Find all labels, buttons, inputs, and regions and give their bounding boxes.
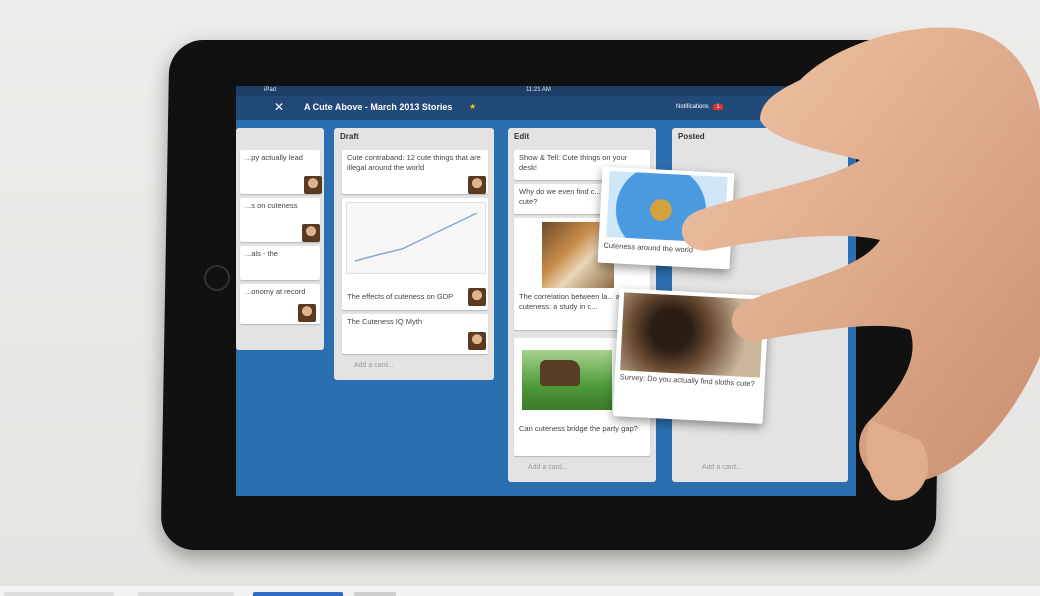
- chart-thumbnail: [346, 202, 486, 274]
- card-text: The effects of cuteness on GDP: [347, 292, 454, 301]
- card-text: Cute contraband: 12 cute things that are…: [347, 153, 481, 172]
- avatar: [468, 288, 486, 306]
- status-time: 11:21 AM: [526, 87, 551, 93]
- card-text: ...py actually lead: [245, 153, 303, 162]
- avatar: [304, 176, 322, 194]
- star-icon[interactable]: ★: [469, 102, 476, 111]
- list-left: ...py actually lead ...s on cuteness ...…: [236, 128, 324, 350]
- card-text: The Cuteness IQ Myth: [347, 317, 423, 326]
- photo-scene: iPad 11:21 AM ✕ A Cute Above - March 201…: [0, 0, 1040, 586]
- list-item[interactable]: ...als - the: [240, 246, 320, 280]
- list-title: Draft: [340, 132, 359, 141]
- control-tab[interactable]: [138, 592, 234, 596]
- list-item[interactable]: Cute contraband: 12 cute things that are…: [342, 150, 488, 194]
- list-item[interactable]: The Cuteness IQ Myth: [342, 314, 488, 354]
- hand-photo: [681, 27, 1040, 501]
- list-draft: Draft Cute contraband: 12 cute things th…: [334, 128, 494, 380]
- board-title: A Cute Above - March 2013 Stories: [304, 102, 453, 112]
- control-tab[interactable]: [354, 592, 396, 596]
- add-card-button[interactable]: Add a card...: [354, 362, 394, 369]
- avatar: [298, 304, 316, 322]
- line-chart-icon: [354, 212, 478, 262]
- carrier-label: iPad: [264, 87, 277, 93]
- goat-photo: [522, 350, 612, 410]
- control-tab[interactable]: [4, 592, 114, 596]
- avatar: [302, 224, 320, 242]
- avatar: [468, 176, 486, 194]
- card-text: The correlation between la... and cutene…: [519, 292, 629, 311]
- avatar: [468, 332, 486, 350]
- home-button-icon: [204, 265, 230, 291]
- card-text: ...onomy at record: [245, 287, 306, 296]
- card-text: ...als - the: [245, 249, 278, 258]
- add-card-button[interactable]: Add a card...: [528, 464, 568, 471]
- close-icon[interactable]: ✕: [274, 100, 284, 114]
- card-text: ...s on cuteness: [245, 201, 298, 210]
- control-tab-active[interactable]: [253, 592, 343, 596]
